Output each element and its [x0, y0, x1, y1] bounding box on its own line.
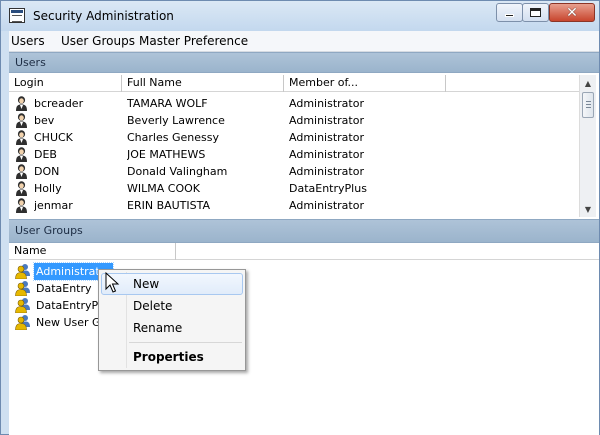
menu-bar: Users User Groups Master Preference: [9, 31, 599, 52]
title-bar[interactable]: Security Administration ✕: [1, 1, 599, 31]
user-login: bcreader: [34, 97, 84, 110]
user-full-name: Charles Genessy: [127, 131, 219, 144]
user-icon: [16, 164, 27, 179]
window-title: Security Administration: [33, 9, 174, 23]
user-group-icon: [15, 281, 30, 296]
context-menu-delete[interactable]: Delete: [101, 295, 243, 317]
column-header-login[interactable]: Login: [9, 75, 122, 92]
column-header-name[interactable]: Name: [9, 243, 176, 260]
client-area: Users Login Full Name Member of... bcrea…: [9, 52, 599, 435]
user-member-of: DataEntryPlus: [289, 182, 367, 195]
user-login: bev: [34, 114, 55, 127]
column-header-member-of[interactable]: Member of...: [284, 75, 446, 92]
user-icon: [16, 113, 27, 128]
user-icon: [16, 181, 27, 196]
user-full-name: TAMARA WOLF: [127, 97, 208, 110]
user-icon: [16, 198, 27, 213]
user-member-of: Administrator: [289, 148, 364, 161]
user-member-of: Administrator: [289, 114, 364, 127]
user-row[interactable]: DEB JOE MATHEWS Administrator: [9, 146, 579, 163]
user-row[interactable]: DON Donald Valingham Administrator: [9, 163, 579, 180]
scroll-up-arrow-icon[interactable]: ▲: [580, 75, 596, 91]
users-scrollbar[interactable]: ▲ ▼: [579, 75, 596, 217]
user-row[interactable]: jenmar ERIN BAUTISTA Administrator: [9, 197, 579, 214]
user-full-name: JOE MATHEWS: [127, 148, 206, 161]
menu-user-groups[interactable]: User Groups: [61, 34, 135, 48]
close-icon: ✕: [566, 4, 578, 21]
user-login: jenmar: [34, 199, 73, 212]
user-icon: [16, 147, 27, 162]
group-name: DataEntry: [36, 282, 92, 295]
close-button[interactable]: ✕: [549, 3, 595, 22]
user-full-name: Beverly Lawrence: [127, 114, 225, 127]
mouse-pointer-icon: [105, 272, 120, 293]
user-login: Holly: [34, 182, 62, 195]
maximize-icon: [530, 8, 541, 17]
user-full-name: Donald Valingham: [127, 165, 228, 178]
user-groups-section-header: User Groups: [9, 219, 599, 243]
menu-users[interactable]: Users: [11, 34, 45, 48]
user-login: DEB: [34, 148, 57, 161]
grip-line: [586, 101, 591, 102]
user-full-name: WILMA COOK: [127, 182, 200, 195]
user-row[interactable]: CHUCK Charles Genessy Administrator: [9, 129, 579, 146]
grip-line: [586, 107, 591, 108]
user-group-icon: [15, 298, 30, 313]
user-group-icon: [15, 264, 30, 279]
user-icon: [16, 96, 27, 111]
groups-column-headers: Name: [9, 243, 599, 260]
minimize-button[interactable]: [496, 3, 523, 22]
user-full-name: ERIN BAUTISTA: [127, 199, 211, 212]
context-menu-new[interactable]: New: [101, 273, 243, 295]
security-administration-window: Security Administration ✕ Users User Gro…: [0, 0, 600, 435]
users-column-headers: Login Full Name Member of...: [9, 75, 579, 92]
column-header-full-name[interactable]: Full Name: [122, 75, 284, 92]
user-member-of: Administrator: [289, 97, 364, 110]
column-header-empty: [446, 75, 579, 92]
user-row[interactable]: bev Beverly Lawrence Administrator: [9, 112, 579, 129]
menu-master-preference[interactable]: Master Preference: [139, 34, 248, 48]
user-row[interactable]: bcreader TAMARA WOLF Administrator: [9, 95, 579, 112]
user-group-icon: [15, 315, 30, 330]
group-name: New User Gr: [36, 316, 106, 329]
user-member-of: Administrator: [289, 199, 364, 212]
user-member-of: Administrator: [289, 131, 364, 144]
user-login: CHUCK: [34, 131, 73, 144]
minimize-icon: [505, 14, 514, 17]
user-member-of: Administrator: [289, 165, 364, 178]
user-icon: [16, 130, 27, 145]
scroll-down-arrow-icon[interactable]: ▼: [580, 201, 596, 217]
context-menu-rename[interactable]: Rename: [101, 317, 243, 339]
menu-separator: [129, 342, 242, 343]
scrollbar-thumb[interactable]: [582, 92, 594, 118]
user-row[interactable]: Holly WILMA COOK DataEntryPlus: [9, 180, 579, 197]
context-menu-properties[interactable]: Properties: [101, 346, 243, 368]
users-section-header: Users: [9, 52, 599, 73]
user-login: DON: [34, 165, 60, 178]
app-window-icon[interactable]: [9, 8, 25, 23]
maximize-button[interactable]: [522, 3, 549, 22]
grip-line: [586, 104, 591, 105]
